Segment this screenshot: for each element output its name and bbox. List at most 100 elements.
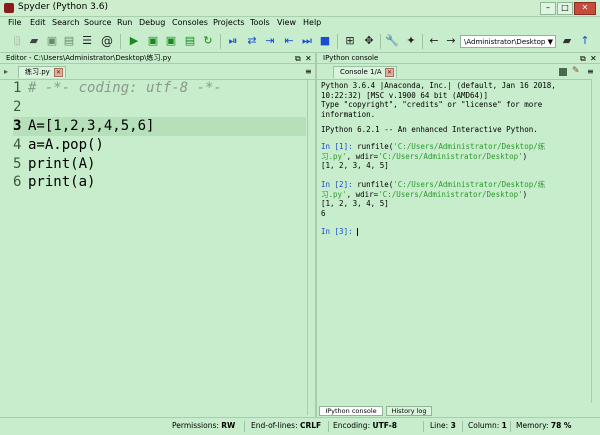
console-command: ) bbox=[522, 151, 528, 161]
console-string: 'C:/Users/Administrator/Desktop' bbox=[378, 189, 523, 199]
close-tab-icon[interactable]: ✕ bbox=[54, 68, 63, 77]
code-line[interactable]: # -*- coding: utf-8 -*- bbox=[28, 80, 222, 96]
pane-splitter[interactable] bbox=[315, 52, 317, 417]
chevron-down-icon[interactable]: ▼ bbox=[548, 36, 553, 49]
back-arrow-icon[interactable]: ← bbox=[427, 34, 441, 48]
console-output-line: [1, 2, 3, 4, 5] bbox=[321, 161, 389, 170]
stop-icon[interactable]: ■ bbox=[318, 34, 332, 48]
undock-icon[interactable]: ⧉ bbox=[580, 53, 586, 64]
code-line[interactable]: print(a) bbox=[28, 174, 95, 190]
console-pane-header: IPython console bbox=[317, 53, 600, 64]
console-string: 'C:/Users/Administrator/Desktop/练 bbox=[393, 142, 546, 151]
line-number: 3 bbox=[13, 118, 22, 134]
new-file-icon[interactable]: ▯ bbox=[10, 34, 24, 48]
at-icon[interactable]: @ bbox=[100, 34, 114, 48]
code-line[interactable]: a=A.pop() bbox=[28, 137, 104, 153]
menu-view[interactable]: View bbox=[277, 18, 296, 27]
ipython-console-output[interactable]: Python 3.6.4 |Anaconda, Inc.| (default, … bbox=[318, 79, 590, 403]
run-selection-icon[interactable]: ▤ bbox=[183, 34, 197, 48]
fullscreen-icon[interactable]: ✥ bbox=[362, 34, 376, 48]
line-number: 2 bbox=[13, 99, 22, 115]
console-input-line: In [1]: runfile('C:/Users/Administrator/… bbox=[321, 142, 545, 152]
console-command: , wdir= bbox=[346, 189, 379, 199]
status-bar: Permissions: RW End-of-lines: CRLF Encod… bbox=[0, 417, 600, 435]
menu-edit[interactable]: Edit bbox=[30, 18, 46, 27]
console-output-line: [1, 2, 3, 4, 5] bbox=[321, 199, 389, 208]
close-pane-icon[interactable]: ✕ bbox=[305, 53, 312, 64]
run-cell-advance-icon[interactable]: ▣ bbox=[164, 34, 178, 48]
run-cell-icon[interactable]: ▣ bbox=[146, 34, 160, 48]
save-icon[interactable]: ▣ bbox=[45, 34, 59, 48]
run-icon[interactable]: ▶ bbox=[127, 34, 141, 48]
tab-history-log[interactable]: History log bbox=[386, 406, 432, 416]
console-banner-line: 10:22:32) [MSC v.1900 64 bit (AMD64)] bbox=[321, 90, 489, 100]
toolbar-separator bbox=[380, 34, 381, 49]
console-pane-title: IPython console bbox=[323, 54, 379, 62]
menu-file[interactable]: File bbox=[8, 18, 21, 27]
debug-icon[interactable]: ⏯ bbox=[226, 34, 240, 48]
options-menu-icon[interactable]: ≡ bbox=[305, 66, 312, 77]
toolbar-separator bbox=[120, 34, 121, 49]
input-prompt: In [2]: bbox=[321, 180, 353, 189]
forward-arrow-icon[interactable]: → bbox=[444, 34, 458, 48]
console-output-line: 6 bbox=[321, 208, 326, 218]
toolbar-separator bbox=[220, 34, 221, 49]
close-pane-icon[interactable]: ✕ bbox=[590, 53, 597, 64]
code-line[interactable]: print(A) bbox=[28, 156, 95, 172]
step-into-icon[interactable]: ⇥ bbox=[263, 34, 277, 48]
wrench-icon[interactable]: 🔧 bbox=[385, 34, 399, 48]
console-banner-line: Python 3.6.4 |Anaconda, Inc.| (default, … bbox=[321, 81, 556, 90]
continue-icon[interactable]: ⏭ bbox=[300, 34, 314, 48]
python-path-icon[interactable]: ✦ bbox=[404, 34, 418, 48]
close-tab-icon[interactable]: ✕ bbox=[385, 68, 394, 77]
minimize-button[interactable]: – bbox=[540, 2, 556, 15]
status-permissions: Permissions: RW bbox=[172, 421, 236, 430]
menu-tools[interactable]: Tools bbox=[250, 18, 270, 27]
console-command: runfile( bbox=[352, 142, 394, 151]
file-browse-icon[interactable]: ▸ bbox=[4, 67, 8, 76]
undock-icon[interactable]: ⧉ bbox=[295, 53, 301, 64]
console-scrollbar[interactable] bbox=[591, 79, 600, 403]
menu-source[interactable]: Source bbox=[84, 18, 111, 27]
editor-pane-title: Editor - C:\Users\Administrator\Desktop\… bbox=[6, 54, 172, 62]
save-all-icon[interactable]: ▤ bbox=[62, 34, 76, 48]
status-memory: Memory: 78 % bbox=[516, 421, 572, 430]
console-banner-line: information. bbox=[321, 109, 376, 119]
browse-folder-icon[interactable]: ▰ bbox=[560, 34, 574, 48]
console-string: 'C:/Users/Administrator/Desktop' bbox=[378, 151, 523, 161]
menu-search[interactable]: Search bbox=[52, 18, 79, 27]
open-file-icon[interactable]: ▰ bbox=[27, 34, 41, 48]
console-input-line: 习.py', wdir='C:/Users/Administrator/Desk… bbox=[321, 190, 527, 200]
console-input-line: 习.py', wdir='C:/Users/Administrator/Desk… bbox=[321, 152, 527, 162]
maximize-pane-icon[interactable]: ⊞ bbox=[343, 34, 357, 48]
step-return-icon[interactable]: ⇤ bbox=[282, 34, 296, 48]
status-line: Line: 3 bbox=[430, 421, 456, 430]
working-directory-combobox[interactable]: \Administrator\Desktop ▼ bbox=[460, 35, 556, 48]
title-bar: Spyder (Python 3.6) – □ ✕ bbox=[0, 0, 600, 17]
status-eol: End-of-lines: CRLF bbox=[251, 421, 322, 430]
console-input-line[interactable]: In [3]: bbox=[321, 227, 358, 237]
menu-help[interactable]: Help bbox=[303, 18, 321, 27]
status-column: Column: 1 bbox=[468, 421, 507, 430]
up-arrow-icon[interactable]: ↑ bbox=[578, 34, 592, 48]
close-button[interactable]: ✕ bbox=[574, 2, 596, 15]
menu-run[interactable]: Run bbox=[117, 18, 132, 27]
rerun-icon[interactable]: ↻ bbox=[201, 34, 215, 48]
stop-kernel-icon[interactable] bbox=[559, 68, 567, 76]
console-tab-label: Console 1/A bbox=[340, 68, 382, 76]
text-cursor bbox=[356, 228, 358, 236]
maximize-button[interactable]: □ bbox=[557, 2, 573, 15]
console-command: , wdir= bbox=[346, 151, 379, 161]
console-banner-line: Type "copyright", "credits" or "license"… bbox=[321, 100, 543, 109]
line-number: 6 bbox=[13, 174, 22, 190]
options-menu-icon[interactable]: ≡ bbox=[587, 66, 594, 77]
tab-ipython-console[interactable]: IPython console bbox=[319, 406, 383, 416]
menu-debug[interactable]: Debug bbox=[139, 18, 165, 27]
step-icon[interactable]: ⇄ bbox=[245, 34, 259, 48]
status-separator bbox=[462, 421, 463, 432]
menu-consoles[interactable]: Consoles bbox=[172, 18, 208, 27]
list-icon[interactable]: ☰ bbox=[80, 34, 94, 48]
menu-projects[interactable]: Projects bbox=[213, 18, 245, 27]
code-line[interactable]: A=[1,2,3,4,5,6] bbox=[28, 118, 154, 134]
kernel-icon[interactable]: ✎ bbox=[572, 66, 580, 76]
